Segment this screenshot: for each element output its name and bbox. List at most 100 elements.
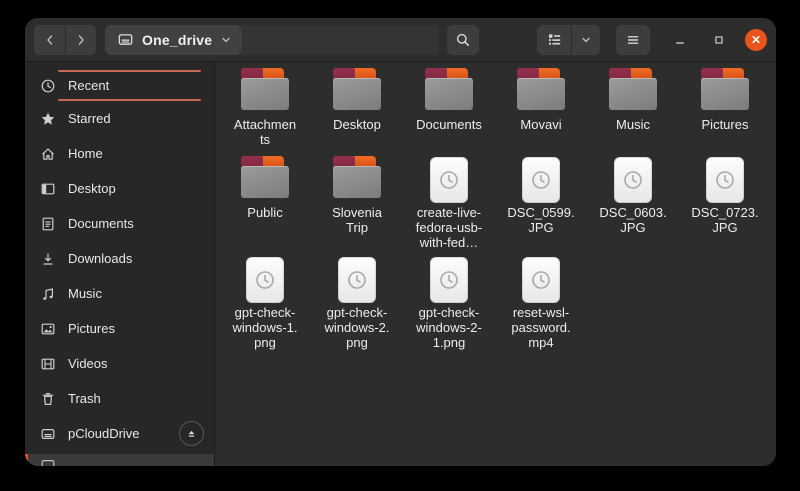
file-name-label: DSC_0723. JPG bbox=[691, 205, 759, 235]
search-icon bbox=[456, 33, 469, 46]
view-toggle-splitbutton bbox=[537, 24, 600, 55]
back-button[interactable] bbox=[34, 24, 65, 55]
drive-icon bbox=[118, 34, 133, 45]
pending-thumbnail-icon bbox=[246, 257, 284, 303]
current-location-button[interactable]: One_drive bbox=[105, 24, 243, 55]
close-button[interactable] bbox=[745, 28, 767, 51]
pending-thumbnail-icon bbox=[706, 157, 744, 203]
eject-button[interactable] bbox=[179, 421, 204, 446]
search-button[interactable] bbox=[447, 24, 479, 55]
grid-item-desktop[interactable]: Desktop bbox=[311, 68, 403, 156]
clock-glyph bbox=[348, 271, 366, 289]
clock-glyph bbox=[624, 171, 642, 189]
clock-glyph bbox=[716, 171, 734, 189]
sidebar-item-label: Downloads bbox=[68, 251, 133, 266]
grid-item-gpt-check-windows-2-1[interactable]: gpt-check- windows-2- 1.png bbox=[403, 256, 495, 356]
sidebar-item-pictures[interactable]: Pictures bbox=[25, 311, 214, 346]
film-icon bbox=[41, 358, 55, 369]
sidebar-item-label: Videos bbox=[68, 356, 108, 371]
list-view-button[interactable] bbox=[537, 24, 571, 55]
pending-thumbnail-icon bbox=[338, 257, 376, 303]
file-browser-content: Attachmen ts Desktop Documents Movavi Mu… bbox=[215, 62, 776, 466]
sidebar-item-home[interactable]: Home bbox=[25, 136, 214, 171]
folder-icon bbox=[517, 68, 565, 110]
grid-item-create-live-fedora[interactable]: create-live- fedora-usb- with-fed… bbox=[403, 156, 495, 256]
pending-thumbnail-icon bbox=[614, 157, 652, 203]
file-name-label: create-live- fedora-usb- with-fed… bbox=[415, 205, 483, 250]
folder-icon bbox=[425, 68, 473, 110]
sidebar-item-selected-partial[interactable] bbox=[25, 454, 214, 466]
sidebar-item-recent[interactable]: Recent bbox=[25, 72, 214, 99]
grid-item-dsc-0723[interactable]: DSC_0723. JPG bbox=[679, 156, 771, 256]
grid-item-reset-wsl-password[interactable]: reset-wsl- password. mp4 bbox=[495, 256, 587, 356]
sidebar-item-label: Desktop bbox=[68, 181, 116, 196]
headerbar: One_drive bbox=[25, 18, 776, 62]
folder-icon bbox=[241, 68, 289, 110]
grid-item-documents[interactable]: Documents bbox=[403, 68, 495, 156]
view-options-dropdown-button[interactable] bbox=[571, 24, 600, 55]
grid-item-public[interactable]: Public bbox=[219, 156, 311, 256]
sidebar-item-desktop[interactable]: Desktop bbox=[25, 171, 214, 206]
sidebar-item-pclouddrive[interactable]: pCloudDrive bbox=[25, 416, 214, 451]
grid-item-movavi[interactable]: Movavi bbox=[495, 68, 587, 156]
sidebar-item-music[interactable]: Music bbox=[25, 276, 214, 311]
grid-item-slovenia-trip[interactable]: Slovenia Trip bbox=[311, 156, 403, 256]
folder-icon bbox=[333, 156, 381, 198]
folder-icon bbox=[241, 156, 289, 198]
file-name-label: gpt-check- windows-2- 1.png bbox=[416, 305, 482, 350]
files-window: One_drive Recent Starred Home Desktop Do… bbox=[25, 18, 776, 466]
header-right-controls bbox=[537, 24, 767, 55]
file-name-label: reset-wsl- password. mp4 bbox=[511, 305, 571, 350]
recent-clock-icon bbox=[41, 79, 55, 92]
grid-item-attachments[interactable]: Attachmen ts bbox=[219, 68, 311, 156]
file-grid: Attachmen ts Desktop Documents Movavi Mu… bbox=[215, 62, 776, 356]
sidebar-item-downloads[interactable]: Downloads bbox=[25, 241, 214, 276]
location-label: One_drive bbox=[142, 31, 213, 48]
drive-icon bbox=[41, 460, 55, 466]
path-bar: One_drive bbox=[105, 24, 439, 55]
file-name-label: Pictures bbox=[701, 117, 749, 132]
hamburger-menu-icon bbox=[627, 35, 639, 44]
sidebar: Recent Starred Home Desktop Documents Do… bbox=[25, 62, 215, 466]
list-view-icon bbox=[548, 34, 560, 45]
sidebar-item-starred[interactable]: Starred bbox=[25, 101, 214, 136]
selected-indicator bbox=[25, 454, 28, 466]
hamburger-menu-button[interactable] bbox=[616, 24, 650, 55]
minimize-button[interactable] bbox=[668, 28, 692, 52]
desktop-background: One_drive Recent Starred Home Desktop Do… bbox=[0, 0, 800, 491]
sidebar-item-label: pCloudDrive bbox=[68, 426, 140, 441]
sidebar-item-videos[interactable]: Videos bbox=[25, 346, 214, 381]
grid-item-pictures[interactable]: Pictures bbox=[679, 68, 771, 156]
file-name-label: Slovenia Trip bbox=[332, 205, 382, 235]
folder-icon bbox=[609, 68, 657, 110]
grid-item-dsc-0599[interactable]: DSC_0599. JPG bbox=[495, 156, 587, 256]
desktop-icon bbox=[41, 183, 55, 194]
grid-item-gpt-check-windows-2[interactable]: gpt-check- windows-2. png bbox=[311, 256, 403, 356]
pending-thumbnail-icon bbox=[430, 257, 468, 303]
trash-icon bbox=[42, 392, 54, 405]
sidebar-item-documents[interactable]: Documents bbox=[25, 206, 214, 241]
document-icon bbox=[42, 217, 54, 230]
file-name-label: Desktop bbox=[333, 117, 381, 132]
forward-button[interactable] bbox=[65, 24, 96, 55]
folder-icon bbox=[701, 68, 749, 110]
pending-thumbnail-icon bbox=[430, 157, 468, 203]
star-icon bbox=[41, 112, 55, 125]
sidebar-item-label: Documents bbox=[68, 216, 134, 231]
eject-icon bbox=[188, 430, 195, 437]
sidebar-item-trash[interactable]: Trash bbox=[25, 381, 214, 416]
file-name-label: Music bbox=[616, 117, 650, 132]
grid-item-gpt-check-windows-1[interactable]: gpt-check- windows-1. png bbox=[219, 256, 311, 356]
maximize-button[interactable] bbox=[707, 28, 731, 52]
grid-item-music[interactable]: Music bbox=[587, 68, 679, 156]
grid-item-dsc-0603[interactable]: DSC_0603. JPG bbox=[587, 156, 679, 256]
clock-glyph bbox=[532, 271, 550, 289]
folder-icon bbox=[333, 68, 381, 110]
file-name-label: DSC_0603. JPG bbox=[599, 205, 667, 235]
home-icon bbox=[42, 147, 54, 160]
file-name-label: Movavi bbox=[520, 117, 562, 132]
drive-icon bbox=[41, 428, 55, 439]
clock-glyph bbox=[256, 271, 274, 289]
download-icon bbox=[43, 253, 53, 265]
sidebar-item-label: Starred bbox=[68, 111, 111, 126]
